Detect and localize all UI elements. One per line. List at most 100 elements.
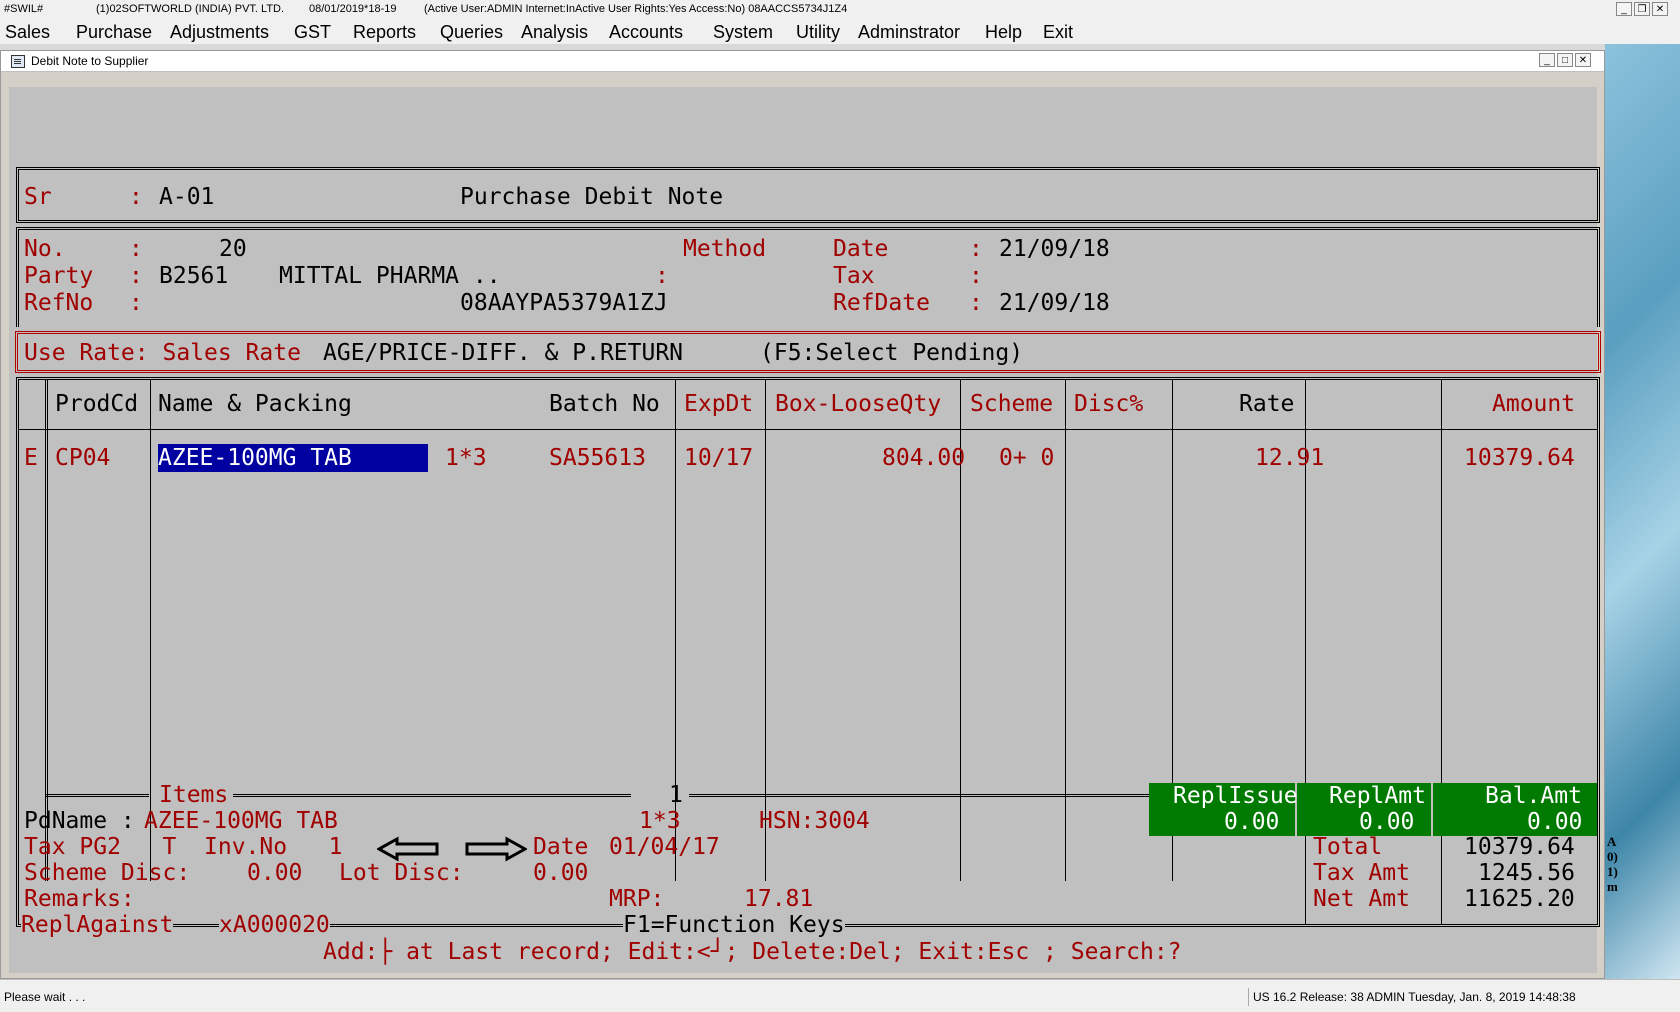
console-screen: Sr : A-01 Purchase Debit Note No. : 20 M… <box>9 87 1601 973</box>
pd-packing: 1*3 <box>639 808 681 834</box>
party-colon: : <box>129 263 143 289</box>
col-header-scheme: Scheme <box>970 391 1054 417</box>
select-pending-hint[interactable]: (F5:Select Pending) <box>760 340 1023 366</box>
menu-accounts[interactable]: Accounts <box>609 22 683 43</box>
menu-sales[interactable]: Sales <box>5 22 50 43</box>
mrp-value: 17.81 <box>744 886 814 912</box>
items-divider <box>233 794 631 797</box>
date-label: Date <box>833 236 889 262</box>
tax-inv-line: Tax PG2 T Inv.No 1 <box>24 834 343 860</box>
repl-issue-label: ReplIssue <box>1173 783 1298 809</box>
refno-colon: : <box>129 290 143 316</box>
col-header-expdt: ExpDt <box>684 391 754 417</box>
repl-amt-value: 0.00 <box>1359 809 1415 835</box>
net-amt-label: Net Amt <box>1313 886 1410 912</box>
menu-analysis[interactable]: Analysis <box>521 22 588 43</box>
status-bar: Please wait . . . US 16.2 Release: 38 AD… <box>0 979 1680 1012</box>
pdname-label: PdName : <box>24 808 135 834</box>
total-value: 10379.64 <box>1464 834 1575 860</box>
tax-amt-value: 1245.56 <box>1478 860 1575 886</box>
child-close-icon[interactable]: ✕ <box>1575 53 1591 67</box>
col-header-box-looseqty: Box-LooseQty <box>775 391 942 417</box>
desktop-fragment-text: A 0) 1) m <box>1607 834 1618 894</box>
repl-amt-label: ReplAmt <box>1329 783 1426 809</box>
grid-header-divider <box>19 429 1597 430</box>
app-name: #SWIL# <box>4 3 44 15</box>
tax-colon: : <box>969 263 983 289</box>
menu-purchase[interactable]: Purchase <box>76 22 152 43</box>
menu-reports[interactable]: Reports <box>353 22 416 43</box>
row-amount: 10379.64 <box>1464 445 1575 471</box>
mrp-label: MRP: <box>609 886 665 912</box>
menu-system[interactable]: System <box>713 22 773 43</box>
tax-amt-label: Tax Amt <box>1313 860 1410 886</box>
menu-gst[interactable]: GST <box>294 22 331 43</box>
rate-mode: AGE/PRICE-DIFF. & P.RETURN <box>323 340 684 366</box>
hsn-code: HSN:3004 <box>759 808 870 834</box>
menu-adjustments[interactable]: Adjustments <box>170 22 269 43</box>
row-expdt[interactable]: 10/17 <box>684 445 753 471</box>
party-name: MITTAL PHARMA .. <box>279 263 501 289</box>
refdate-colon: : <box>969 290 983 316</box>
menu-utility[interactable]: Utility <box>796 22 840 43</box>
document-title: Purchase Debit Note <box>460 184 724 210</box>
inv-date-label: Date <box>533 834 589 860</box>
minimize-icon[interactable]: _ <box>1616 2 1632 16</box>
row-qty[interactable]: 804.00 <box>882 445 965 471</box>
menu-help[interactable]: Help <box>985 22 1022 43</box>
party-code[interactable]: B2561 <box>159 263 228 289</box>
sr-label: Sr <box>24 184 52 210</box>
scheme-disc-label: Scheme Disc: <box>24 860 191 886</box>
tax-label: Tax <box>833 263 875 289</box>
no-value[interactable]: 20 <box>219 236 247 262</box>
no-colon: : <box>129 236 143 262</box>
repl-against-value: xA000020 <box>219 912 330 938</box>
arrow-right-icon[interactable] <box>463 836 527 862</box>
row-edit-flag: E <box>24 445 38 471</box>
refdate-value[interactable]: 21/09/18 <box>999 290 1110 316</box>
net-amt-value: 11625.20 <box>1464 886 1575 912</box>
items-divider <box>45 794 149 797</box>
restore-icon[interactable]: ❐ <box>1634 2 1650 16</box>
row-batch[interactable]: SA55613 <box>549 445 646 471</box>
no-label: No. <box>24 236 66 262</box>
use-rate-label: Use Rate: Sales Rate <box>24 340 301 366</box>
row-rate[interactable]: 12.91 <box>1255 445 1324 471</box>
company-name: (1)02SOFTWORLD (INDIA) PVT. LTD. <box>96 3 285 15</box>
menu-bar: Sales Purchase Adjustments GST Reports Q… <box>0 20 1680 44</box>
menu-exit[interactable]: Exit <box>1043 22 1073 43</box>
lot-disc-label: Lot Disc: <box>339 860 464 886</box>
keyboard-help-line: Add:├ at Last record; Edit:<┘; Delete:De… <box>323 939 1182 965</box>
function-keys-hint[interactable]: F1=Function Keys <box>623 912 845 938</box>
row-scheme[interactable]: 0+ 0 <box>999 445 1054 471</box>
lot-disc-value: 0.00 <box>533 860 589 886</box>
child-minimize-icon[interactable]: _ <box>1539 53 1555 67</box>
menu-queries[interactable]: Queries <box>440 22 503 43</box>
refdate-label: RefDate <box>833 290 930 316</box>
child-maximize-icon[interactable]: □ <box>1557 53 1573 67</box>
date-value[interactable]: 21/09/18 <box>999 236 1110 262</box>
method-colon: : <box>655 263 669 289</box>
status-message: Please wait . . . <box>4 990 86 1004</box>
col-header-disc: Disc% <box>1074 391 1144 417</box>
row-name-input[interactable]: AZEE-100MG TAB <box>158 444 428 472</box>
menu-adminstrator[interactable]: Adminstrator <box>858 22 960 43</box>
col-header-rate: Rate <box>1239 391 1295 417</box>
window-title: Debit Note to Supplier <box>31 54 149 68</box>
window-title-bar: Debit Note to Supplier _ □ ✕ <box>1 51 1604 72</box>
totals-sep <box>1441 836 1442 924</box>
col-header-prodcd: ProdCd <box>55 391 139 417</box>
session-status: (Active User:ADMIN Internet:InActive Use… <box>424 3 848 15</box>
close-icon[interactable]: ✕ <box>1652 2 1668 16</box>
items-divider <box>689 794 1159 797</box>
col-header-name-packing: Name & Packing <box>158 391 352 417</box>
inv-date-value: 01/04/17 <box>609 834 720 860</box>
arrow-left-icon[interactable] <box>377 836 441 862</box>
totals-sep <box>1305 836 1306 924</box>
party-gstin: 08AAYPA5379A1ZJ <box>460 290 668 316</box>
row-prodcd[interactable]: CP04 <box>55 445 110 471</box>
col-header-batch-no: Batch No <box>549 391 660 417</box>
sr-colon: : <box>129 184 143 210</box>
bal-amt-value: 0.00 <box>1527 809 1583 835</box>
window-menu-icon[interactable] <box>11 55 25 68</box>
